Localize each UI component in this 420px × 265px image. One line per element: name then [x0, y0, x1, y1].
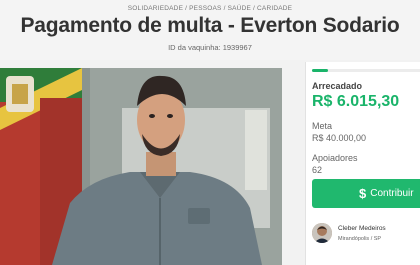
- contribute-button[interactable]: $ Contribuir: [312, 179, 420, 208]
- raised-label: Arrecadado: [312, 81, 363, 91]
- creator-name: Cleber Medeiros: [338, 225, 386, 232]
- goal-label: Meta: [312, 121, 333, 131]
- contribute-button-label: Contribuir: [370, 188, 414, 199]
- creator-card[interactable]: Cleber Medeiros Mirandópolis / SP: [305, 218, 420, 248]
- avatar: [312, 223, 332, 243]
- creator-location: Mirandópolis / SP: [338, 236, 382, 242]
- funding-progress-bar: [312, 69, 420, 72]
- page-title: Pagamento de multa - Everton Sodario: [20, 14, 400, 37]
- raised-amount: R$ 6.015,30: [312, 93, 400, 110]
- campaign-image: [0, 68, 282, 265]
- campaign-id: ID da vaquinha: 1939967: [168, 43, 252, 52]
- campaign-header: SOLIDARIEDADE / PESSOAS / SAÚDE / CARIDA…: [0, 0, 420, 60]
- supporters-label: Apoiadores: [312, 153, 358, 163]
- campaign-photo: [0, 68, 282, 265]
- supporters-count: 62: [312, 165, 323, 175]
- category-breadcrumb: SOLIDARIEDADE / PESSOAS / SAÚDE / CARIDA…: [127, 5, 293, 12]
- dollar-icon: $: [359, 186, 367, 201]
- goal-amount: R$ 40.000,00: [312, 133, 367, 143]
- funding-progress-fill: [312, 69, 329, 72]
